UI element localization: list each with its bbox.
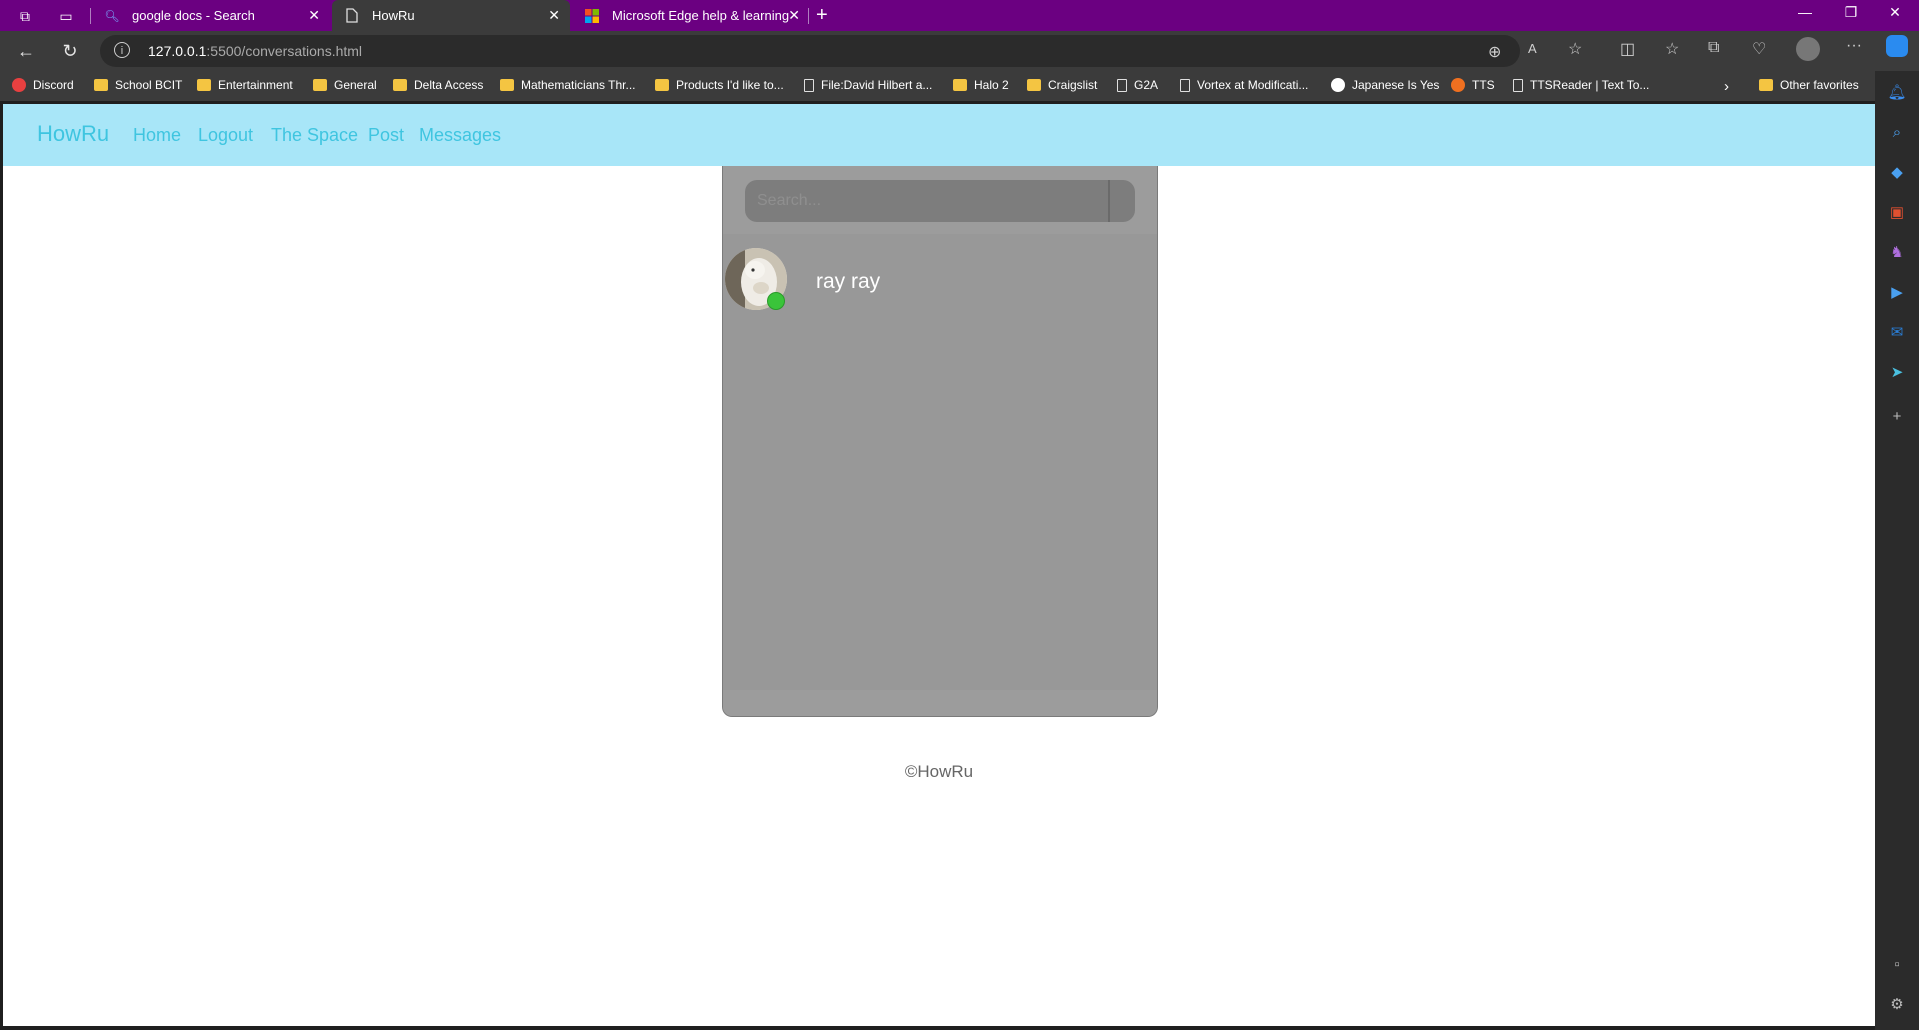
address-bar[interactable]: i 127.0.0.1:5500/conversations.html ⊕ (100, 35, 1520, 67)
page-icon (344, 8, 360, 24)
bookmark-school-bcit[interactable]: School BCIT (94, 78, 182, 92)
page-viewport: HowRu Home Logout The Space Post Message… (3, 104, 1875, 1026)
bookmark-discord[interactable]: Discord (12, 78, 74, 92)
tab-actions-icon[interactable]: ▭ (56, 6, 76, 26)
bell-icon[interactable]: 🔔︎ (1887, 83, 1907, 103)
search-icon[interactable]: ⌕ (1887, 123, 1907, 143)
split-screen-icon[interactable]: ◫ (1620, 39, 1635, 59)
browser-essentials-icon[interactable]: ♡ (1752, 39, 1766, 59)
bookmark-products[interactable]: Products I'd like to... (655, 78, 784, 92)
browser-toolbar: ← ↻ i 127.0.0.1:5500/conversations.html … (0, 31, 1919, 71)
close-icon[interactable]: ✕ (308, 7, 320, 24)
read-aloud-icon[interactable]: A (1528, 41, 1537, 56)
bookmark-craigslist[interactable]: Craigslist (1027, 78, 1097, 92)
search-icon: 🔍︎ (104, 8, 120, 23)
bookmark-other-favorites[interactable]: Other favorites (1759, 78, 1859, 92)
bookmark-vortex[interactable]: Vortex at Modificati... (1180, 78, 1308, 92)
close-window-button[interactable]: ✕ (1880, 4, 1910, 21)
tab-google-search[interactable]: 🔍︎ google docs - Search ✕ (92, 0, 330, 31)
nav-logout[interactable]: Logout (198, 125, 253, 146)
bookmark-general[interactable]: General (313, 78, 377, 92)
back-icon[interactable]: ← (14, 39, 38, 63)
nav-home[interactable]: Home (133, 125, 181, 146)
close-icon[interactable]: ✕ (788, 7, 800, 24)
tab-title: HowRu (372, 8, 415, 23)
site-info-icon[interactable]: i (114, 42, 130, 58)
folder-icon (197, 79, 211, 91)
discord-icon (12, 78, 26, 92)
tab-title: Microsoft Edge help & learning (612, 8, 790, 23)
copilot-icon[interactable] (1886, 35, 1908, 57)
restore-button[interactable]: ❐ (1836, 4, 1866, 21)
address-url[interactable]: 127.0.0.1:5500/conversations.html (148, 43, 362, 59)
page-icon (1117, 78, 1127, 92)
profile-avatar[interactable] (1796, 37, 1820, 61)
more-options-icon[interactable]: ··· (1846, 37, 1862, 55)
zoom-icon[interactable]: ⊕ (1488, 42, 1501, 62)
folder-icon (1027, 79, 1041, 91)
outlook-icon[interactable]: ✉ (1887, 323, 1907, 343)
folder-icon (393, 79, 407, 91)
shopping-tag-icon[interactable]: ◆ (1887, 163, 1907, 183)
search-divider (1108, 180, 1110, 222)
panel-footer (723, 690, 1157, 716)
bookmark-delta-access[interactable]: Delta Access (393, 78, 483, 92)
copilot-sidebar-icon[interactable]: ▶ (1887, 283, 1907, 303)
favorites-icon[interactable]: ☆ (1665, 39, 1679, 59)
online-status-icon (767, 292, 785, 310)
bookmark-entertainment[interactable]: Entertainment (197, 78, 293, 92)
bookmark-ttsreader[interactable]: TTSReader | Text To... (1513, 78, 1649, 92)
drop-icon[interactable]: ➤ (1887, 363, 1907, 383)
folder-icon (500, 79, 514, 91)
collections-icon[interactable]: ⧉ (1708, 39, 1719, 57)
games-icon[interactable]: ♞ (1887, 243, 1907, 263)
add-icon[interactable]: + (1887, 407, 1907, 427)
site-navbar: HowRu Home Logout The Space Post Message… (3, 104, 1875, 166)
tools-icon[interactable]: ▣ (1887, 203, 1907, 223)
panel-header (723, 166, 1157, 234)
conversations-panel: ray ray (722, 166, 1158, 717)
nav-messages[interactable]: Messages (419, 125, 501, 146)
hide-sidebar-icon[interactable]: ▫ (1887, 955, 1907, 975)
google-icon (1331, 78, 1345, 92)
bookmark-tts[interactable]: TTS (1451, 78, 1495, 92)
folder-icon (953, 79, 967, 91)
page-icon (1513, 78, 1523, 92)
bookmark-japanese-is-yes[interactable]: Japanese Is Yes (1331, 78, 1439, 92)
tts-icon (1451, 78, 1465, 92)
tab-edge-help[interactable]: Microsoft Edge help & learning ✕ (572, 0, 810, 31)
browser-titlebar: ⧉ ▭ 🔍︎ google docs - Search ✕ HowRu ✕ Mi… (0, 0, 1919, 31)
edge-sidebar: 🔔︎ ⌕ ◆ ▣ ♞ ▶ ✉ ➤ + ▫ ⚙ (1875, 71, 1919, 1030)
folder-icon (655, 79, 669, 91)
folder-icon (1759, 79, 1773, 91)
refresh-icon[interactable]: ↻ (58, 39, 82, 63)
new-tab-button[interactable]: + (816, 4, 828, 27)
settings-gear-icon[interactable]: ⚙ (1887, 995, 1907, 1015)
nav-post[interactable]: Post (368, 125, 404, 146)
search-input[interactable] (745, 180, 1135, 222)
brand-link[interactable]: HowRu (37, 121, 109, 147)
page-icon (804, 78, 814, 92)
favorites-bar: Discord School BCIT Entertainment Genera… (0, 71, 1919, 101)
tab-howru[interactable]: HowRu ✕ (332, 0, 570, 31)
workspaces-icon[interactable]: ⧉ (15, 6, 35, 26)
bookmark-g2a[interactable]: G2A (1117, 78, 1158, 92)
tab-title: google docs - Search (132, 8, 255, 23)
folder-icon (94, 79, 108, 91)
page-footer: ©HowRu (904, 762, 974, 781)
bookmark-mathematicians[interactable]: Mathematicians Thr... (500, 78, 636, 92)
close-icon[interactable]: ✕ (548, 7, 560, 24)
chevron-right-icon[interactable]: › (1724, 78, 1729, 95)
page-icon (1180, 78, 1190, 92)
minimize-button[interactable]: — (1790, 4, 1820, 20)
favorite-star-icon[interactable]: ☆ (1568, 39, 1582, 59)
microsoft-logo-icon (584, 8, 600, 24)
conversation-item[interactable]: ray ray (723, 248, 1157, 314)
folder-icon (313, 79, 327, 91)
conversation-name: ray ray (816, 270, 881, 293)
nav-the-space[interactable]: The Space (271, 125, 358, 146)
bookmark-halo-2[interactable]: Halo 2 (953, 78, 1009, 92)
bookmark-david-hilbert[interactable]: File:David Hilbert a... (804, 78, 932, 92)
